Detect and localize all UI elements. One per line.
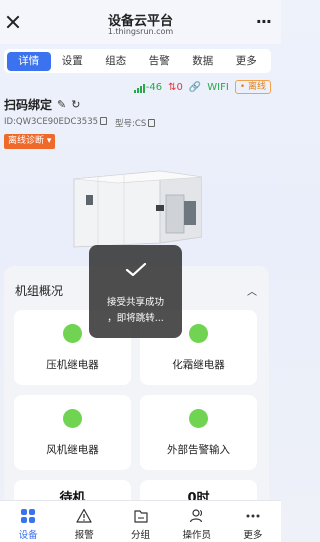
status-dot-icon	[63, 409, 82, 428]
edit-icon[interactable]: ✎	[57, 98, 66, 111]
tile-external-alarm: 外部告警输入	[140, 395, 257, 470]
check-icon	[125, 263, 147, 277]
tab-details[interactable]: 详情	[7, 51, 51, 71]
offline-diagnosis-button[interactable]: 离线诊断 ▾	[4, 134, 56, 149]
toast-submessage: ，即将跳转...	[107, 313, 164, 324]
status-dot-icon	[189, 324, 208, 343]
copy-model-icon[interactable]	[148, 119, 156, 127]
tab-more[interactable]: 更多	[225, 52, 269, 71]
tab-bar: 详情 设置 组态 告警 数据 更多	[4, 49, 271, 73]
tab-config[interactable]: 组态	[94, 52, 138, 71]
toast-message: 接受共享成功	[106, 297, 164, 308]
error-count: ⇅0	[168, 81, 183, 93]
nav-operators[interactable]: 操作员	[169, 501, 225, 542]
device-id-row: ID:QW3CE90EDC3535 型号:CS	[4, 117, 156, 129]
device-image	[73, 170, 202, 248]
link-icon: 🔗	[188, 81, 202, 93]
device-name-row: 扫码绑定 ✎ ↻	[4, 96, 80, 113]
status-dot-icon	[63, 324, 82, 343]
nav-alarms[interactable]: 报警	[56, 501, 112, 542]
signal-indicator: -46	[133, 81, 163, 93]
users-icon	[189, 509, 202, 523]
bottom-nav: 设备 报警 分组 操作员 更多	[0, 500, 281, 542]
grid-icon	[21, 509, 36, 523]
overview-title: 机组概况	[15, 284, 64, 298]
device-model: 型号:CS	[115, 119, 147, 129]
device-name: 扫码绑定	[4, 98, 53, 112]
status-badge: • 离线	[234, 80, 271, 94]
more-icon	[246, 514, 260, 518]
tab-settings[interactable]: 设置	[51, 52, 95, 71]
device-id: ID:QW3CE90EDC3535	[4, 117, 99, 127]
tab-alarms[interactable]: 告警	[138, 52, 182, 71]
warning-icon	[76, 508, 92, 523]
status-dot-icon	[189, 409, 208, 428]
copy-id-icon[interactable]	[100, 117, 108, 125]
chevron-up-icon[interactable]: ︿	[247, 283, 257, 298]
more-menu-icon[interactable]: ···	[256, 12, 272, 31]
nav-devices[interactable]: 设备	[0, 501, 56, 542]
tab-data[interactable]: 数据	[181, 52, 225, 71]
success-toast: 接受共享成功 ，即将跳转...	[89, 245, 182, 338]
title-bar: 设备云平台 1.thingsrun.com ···	[0, 0, 281, 44]
folder-icon	[133, 510, 148, 523]
refresh-icon[interactable]: ↻	[71, 98, 80, 111]
wifi-label: WIFI	[207, 81, 229, 93]
page-subtitle: 1.thingsrun.com	[107, 27, 174, 36]
signal-icon	[133, 83, 145, 93]
nav-more[interactable]: 更多	[225, 501, 281, 542]
signal-value: -46	[145, 81, 163, 93]
nav-groups[interactable]: 分组	[112, 501, 168, 542]
status-row: -46 ⇅0 🔗 WIFI • 离线	[133, 80, 271, 94]
tile-fan-relay: 风机继电器	[14, 395, 131, 470]
